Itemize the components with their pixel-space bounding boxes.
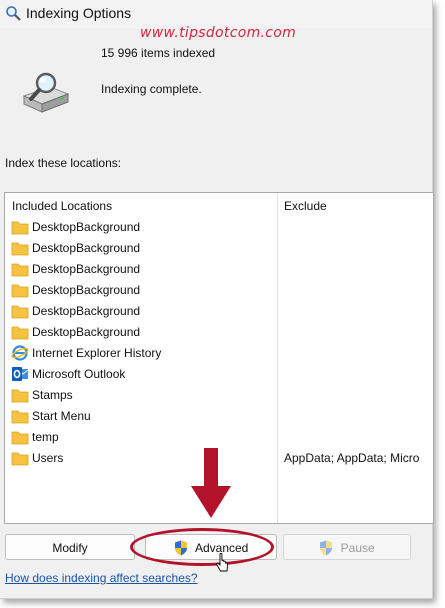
internet-explorer-icon [11, 345, 29, 361]
pause-button[interactable]: Pause [283, 534, 411, 560]
indexing-drive-icon [22, 72, 70, 113]
list-item[interactable]: DesktopBackground [5, 280, 433, 301]
window-title: Indexing Options [26, 5, 132, 21]
list-item[interactable]: Start Menu [5, 406, 433, 427]
index-locations-label: Index these locations: [5, 156, 122, 170]
list-item[interactable]: DesktopBackground [5, 259, 433, 280]
list-item[interactable]: temp [5, 427, 433, 448]
exclude-header[interactable]: Exclude [284, 199, 327, 213]
location-name: DesktopBackground [32, 304, 141, 318]
included-locations-header[interactable]: Included Locations [12, 199, 112, 213]
modify-button[interactable]: Modify [5, 534, 135, 560]
pause-button-label: Pause [340, 540, 375, 555]
title-bar: Indexing Options [0, 0, 432, 28]
location-name: Microsoft Outlook [32, 367, 126, 381]
folder-icon [11, 263, 29, 277]
folder-icon [11, 326, 29, 340]
folder-icon [11, 284, 29, 298]
watermark: www.tipsdotcom.com [140, 25, 297, 41]
annotation-highlight-oval [130, 528, 274, 566]
location-name: Stamps [32, 388, 73, 402]
location-name: Internet Explorer History [32, 346, 162, 360]
list-item[interactable]: DesktopBackground [5, 322, 433, 343]
folder-icon [11, 452, 29, 466]
location-name: DesktopBackground [32, 325, 141, 339]
location-exclude: AppData; AppData; Micro [284, 451, 420, 465]
folder-icon [11, 305, 29, 319]
location-name: DesktopBackground [32, 220, 141, 234]
folder-icon [11, 242, 29, 256]
location-name: DesktopBackground [32, 241, 141, 255]
location-name: Users [32, 451, 64, 465]
location-name: DesktopBackground [32, 262, 141, 276]
list-item[interactable]: DesktopBackground [5, 301, 433, 322]
list-item[interactable]: DesktopBackground [5, 238, 433, 259]
annotation-arrow-icon [191, 448, 231, 518]
folder-icon [11, 410, 29, 424]
location-name: Start Menu [32, 409, 91, 423]
location-name: DesktopBackground [32, 283, 141, 297]
search-icon [6, 6, 21, 21]
list-item[interactable]: Microsoft Outlook [5, 364, 433, 385]
indexing-help-link[interactable]: How does indexing affect searches? [5, 571, 198, 585]
modify-button-label: Modify [52, 540, 88, 555]
items-indexed-count: 15 996 items indexed [101, 46, 216, 60]
folder-icon [11, 389, 29, 403]
location-name: temp [32, 430, 59, 444]
folder-icon [11, 221, 29, 235]
list-item[interactable]: Stamps [5, 385, 433, 406]
list-item[interactable]: Internet Explorer History [5, 343, 433, 364]
list-item[interactable]: DesktopBackground [5, 217, 433, 238]
folder-icon [11, 431, 29, 445]
mouse-cursor-icon [216, 553, 228, 572]
outlook-icon [12, 367, 29, 381]
indexing-status: Indexing complete. [101, 82, 202, 96]
uac-shield-icon [320, 540, 333, 556]
